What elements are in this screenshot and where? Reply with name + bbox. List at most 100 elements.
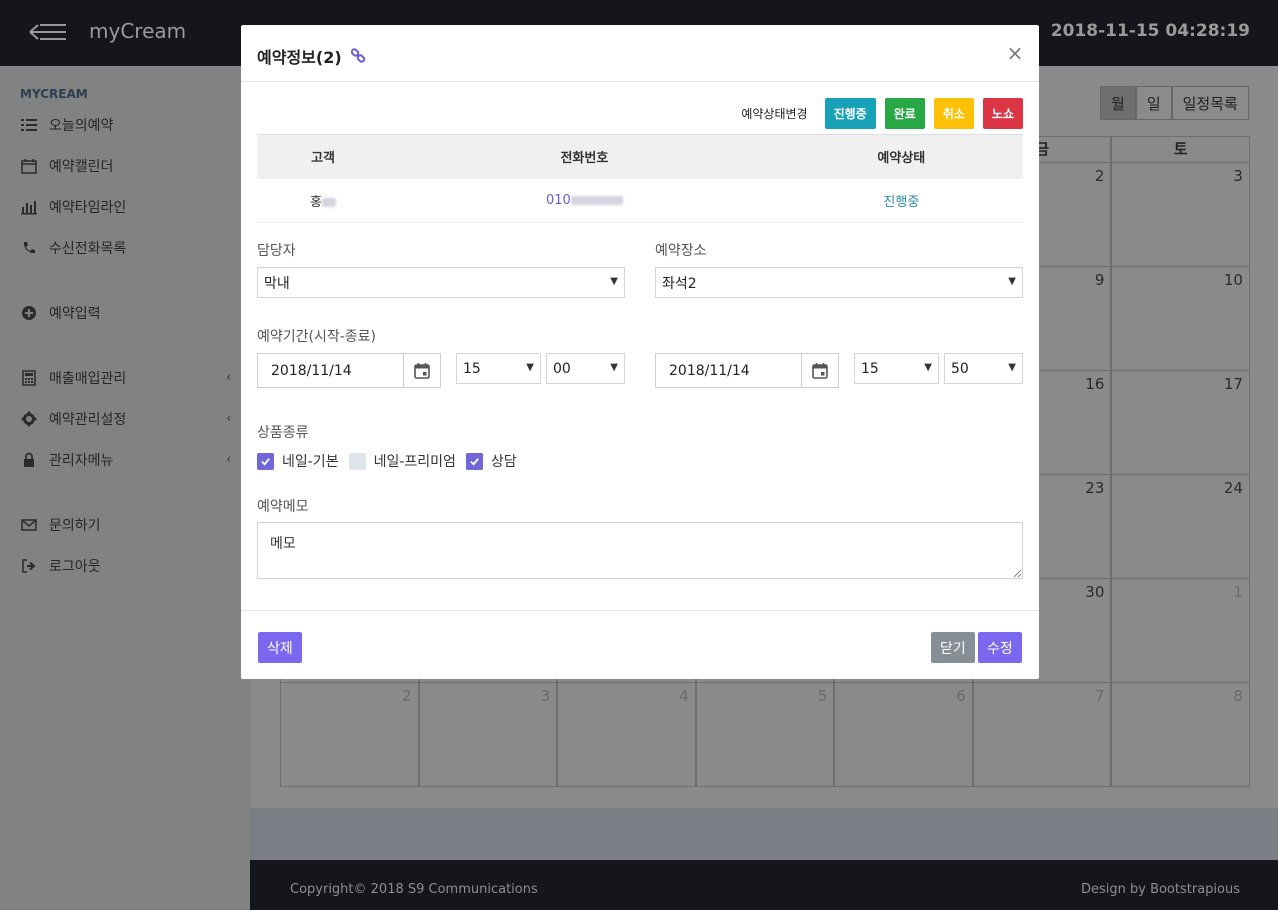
redacted-text	[571, 196, 623, 205]
chevron-left-icon: ‹	[226, 411, 231, 425]
resize-grip-icon[interactable]	[1013, 569, 1022, 578]
list-icon	[20, 116, 38, 134]
modal-title-text: 예약정보(2)	[257, 44, 342, 68]
sidebar-item-today[interactable]: 오늘의예약	[20, 113, 235, 137]
caret-down-icon: ▼	[1008, 276, 1016, 287]
close-icon[interactable]: ×	[1005, 43, 1025, 63]
calendar-day-cell[interactable]: 6	[834, 683, 973, 787]
sidebar-item-calendar[interactable]: 예약캘린더	[20, 154, 235, 178]
calendar-week-row: 2 3 45 678	[280, 683, 1250, 787]
reservation-modal: 예약정보(2) × 예약상태변경 진행중 완료 취소 노쇼 고객 전화번호 예약…	[241, 25, 1039, 679]
end-minute-select[interactable]: 50▼	[944, 353, 1023, 384]
view-day-button[interactable]: 일	[1136, 86, 1172, 120]
envelope-icon	[20, 516, 38, 534]
status-done-button[interactable]: 완료	[885, 98, 925, 129]
product-checkbox-consult[interactable]	[466, 453, 483, 470]
product-checkbox-premium[interactable]	[349, 453, 366, 470]
delete-button[interactable]: 삭제	[258, 632, 302, 663]
sidebar-item-calls[interactable]: 수신전화목록	[20, 236, 235, 260]
sidebar-item-admin[interactable]: 관리자메뉴 ‹	[20, 448, 235, 472]
link-icon[interactable]	[350, 48, 366, 64]
day-number: 17	[1224, 375, 1243, 393]
table-header-row: 고객 전화번호 예약상태	[257, 135, 1023, 179]
sidebar-item-settings[interactable]: 예약관리설정 ‹	[20, 407, 235, 431]
status-cancel-button[interactable]: 취소	[934, 98, 974, 129]
calendar-day-cell[interactable]: 3	[419, 683, 558, 787]
sidebar-item-contact[interactable]: 문의하기	[20, 513, 235, 537]
staff-select[interactable]: 막내 ▼	[257, 267, 625, 298]
calendar-day-cell[interactable]: 7	[973, 683, 1112, 787]
sidebar-item-label: 로그아웃	[49, 556, 101, 576]
sidebar-item-label: 예약타임라인	[49, 197, 126, 217]
checkbox-label[interactable]: 네일-기본	[282, 451, 339, 471]
lock-icon	[20, 451, 38, 469]
sidebar-item-logout[interactable]: 로그아웃	[20, 554, 235, 578]
memo-textarea[interactable]: 메모	[257, 522, 1023, 579]
modal-title: 예약정보(2)	[257, 44, 366, 68]
sidebar-item-sales[interactable]: 매출매입관리 ‹	[20, 366, 235, 390]
calendar-day-cell[interactable]: 17	[1111, 371, 1250, 475]
caret-down-icon: ▼	[610, 276, 618, 287]
end-hour-select[interactable]: 15▼	[854, 353, 939, 384]
day-number: 2	[402, 687, 412, 705]
column-header: 전화번호	[389, 135, 780, 179]
staff-value: 막내	[264, 273, 290, 293]
day-number: 3	[541, 687, 551, 705]
sidebar-item-label: 예약관리설정	[49, 409, 126, 429]
caret-down-icon: ▼	[1008, 362, 1016, 373]
menu-toggle-icon[interactable]	[28, 20, 68, 44]
phone-icon	[20, 239, 38, 257]
brand-logo-text[interactable]: myCream	[89, 19, 186, 43]
start-date-value: 2018/11/14	[271, 363, 352, 379]
calendar-day-cell[interactable]: 2	[280, 683, 419, 787]
calendar-day-cell[interactable]: 10	[1111, 267, 1250, 371]
content-bottom-band	[250, 808, 1278, 860]
sidebar-item-label: 매출매입관리	[49, 368, 126, 388]
day-number: 4	[679, 687, 689, 705]
sign-out-icon	[20, 557, 38, 575]
sidebar-item-label: 문의하기	[49, 515, 101, 535]
customer-name: 홍	[310, 195, 322, 210]
day-number: 10	[1224, 271, 1243, 289]
status-noshow-button[interactable]: 노쇼	[983, 98, 1023, 129]
chevron-left-icon: ‹	[226, 452, 231, 466]
calendar-day-cell[interactable]: 5	[696, 683, 835, 787]
end-date-input[interactable]: 2018/11/14	[655, 353, 839, 388]
calendar-day-cell[interactable]: 24	[1111, 475, 1250, 579]
checkbox-label[interactable]: 네일-프리미엄	[374, 451, 456, 471]
day-number: 6	[956, 687, 966, 705]
design-credit[interactable]: Design by Bootstrapious	[1081, 882, 1240, 897]
day-number: 24	[1224, 479, 1243, 497]
start-minute-select[interactable]: 00▼	[546, 353, 625, 384]
start-date-input[interactable]: 2018/11/14	[257, 353, 441, 388]
day-number: 1	[1233, 583, 1243, 601]
sidebar-item-label: 수신전화목록	[49, 238, 126, 258]
start-hour-value: 15	[463, 361, 481, 377]
start-hour-select[interactable]: 15▼	[456, 353, 541, 384]
product-checkbox-basic[interactable]	[257, 453, 274, 470]
sidebar-item-new-reservation[interactable]: 예약입력	[20, 301, 235, 325]
status-in-progress-button[interactable]: 진행중	[825, 98, 876, 129]
place-select[interactable]: 좌석2▼	[655, 267, 1023, 298]
calendar-day-cell[interactable]: 8	[1111, 683, 1250, 787]
caret-down-icon: ▼	[924, 362, 932, 373]
start-date-calendar-button[interactable]	[403, 354, 440, 387]
sidebar-item-label: 오늘의예약	[49, 115, 113, 135]
customer-phone[interactable]: 010	[546, 193, 571, 208]
calendar-day-cell[interactable]: 4	[557, 683, 696, 787]
period-label: 예약기간(시작-종료)	[257, 326, 376, 346]
end-date-value: 2018/11/14	[669, 363, 750, 379]
view-list-button[interactable]: 일정목록	[1172, 86, 1249, 120]
checkbox-label[interactable]: 상담	[491, 451, 517, 471]
save-button[interactable]: 수정	[978, 632, 1022, 663]
sidebar-item-timeline[interactable]: 예약타임라인	[20, 195, 235, 219]
close-button[interactable]: 닫기	[931, 632, 975, 663]
end-date-calendar-button[interactable]	[801, 354, 838, 387]
calendar-icon	[20, 157, 38, 175]
calendar-day-cell[interactable]: 1	[1111, 579, 1250, 683]
sidebar-item-label: 관리자메뉴	[49, 450, 113, 470]
sidebar-item-label: 예약입력	[49, 303, 101, 323]
view-month-button[interactable]: 월	[1100, 86, 1136, 120]
bar-chart-icon	[20, 198, 38, 216]
calendar-day-cell[interactable]: 3	[1111, 163, 1250, 267]
